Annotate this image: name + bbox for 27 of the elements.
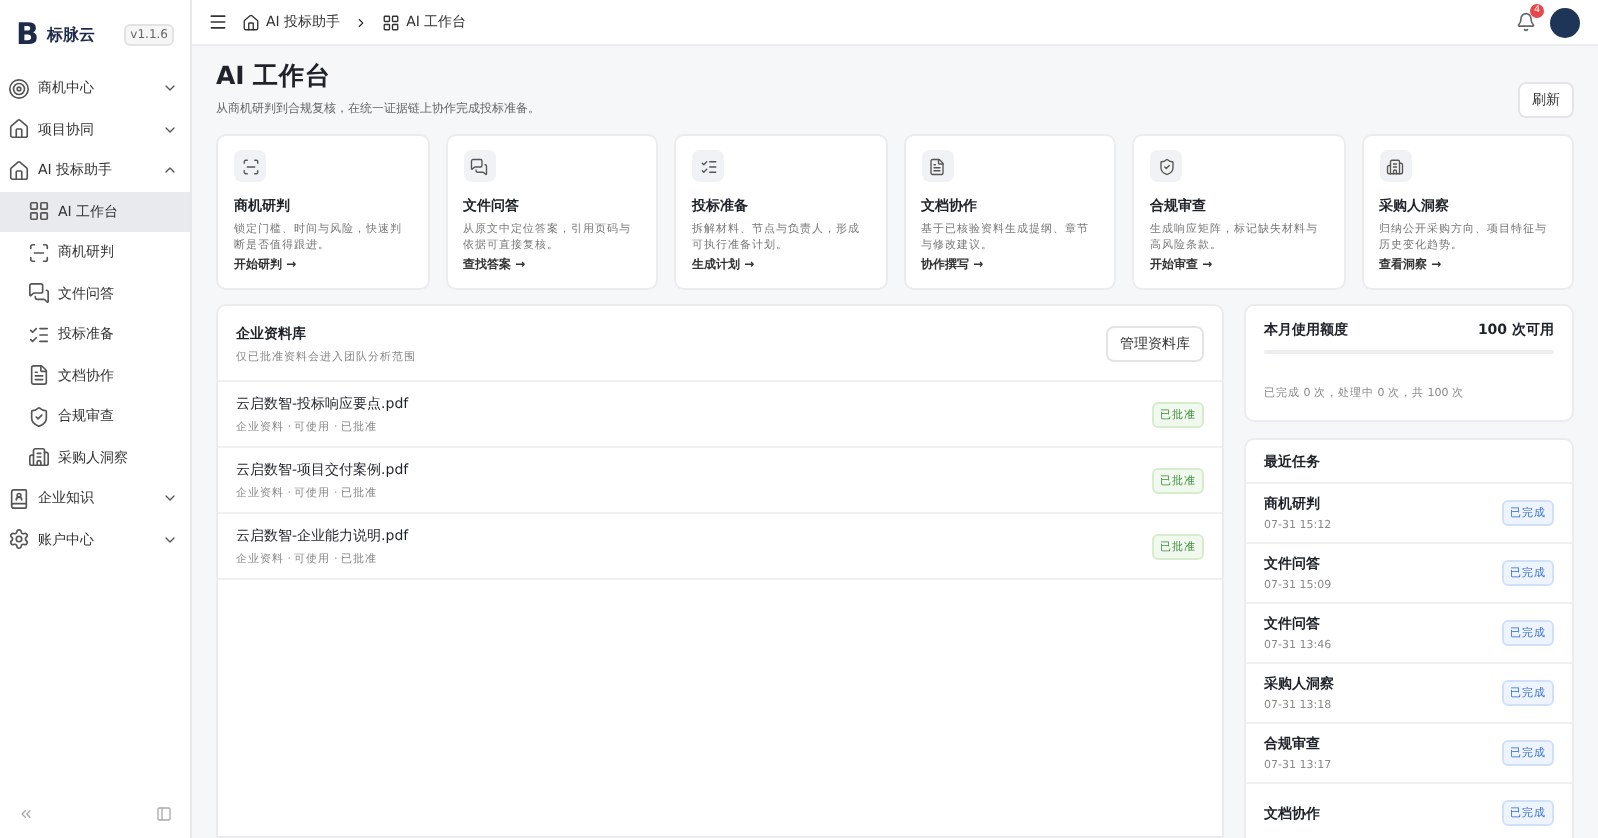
brand-name: 标脉云 <box>46 23 97 45</box>
page-title: AI 工作台 <box>216 60 334 94</box>
list-icon <box>28 323 50 346</box>
house-icon <box>242 13 260 31</box>
shield-icon <box>1157 157 1175 175</box>
document-icon <box>928 157 946 175</box>
logo-mark: B <box>16 16 39 52</box>
target-icon <box>8 77 30 100</box>
bell-icon <box>1516 12 1536 32</box>
house-icon <box>8 118 30 141</box>
grid-icon <box>382 13 401 31</box>
menu-icon[interactable] <box>208 12 228 32</box>
chat-icon <box>470 157 488 175</box>
avatar[interactable] <box>1550 7 1580 37</box>
grid-icon <box>28 200 50 223</box>
building-icon <box>28 446 50 469</box>
building-icon <box>1386 157 1404 175</box>
document-icon <box>28 364 50 387</box>
book-icon <box>8 487 30 510</box>
scan-icon <box>241 157 259 175</box>
chevron-right-icon <box>354 15 369 29</box>
shield-icon <box>28 405 50 428</box>
scan-icon <box>28 241 50 264</box>
house-icon <box>8 159 30 182</box>
chat-icon <box>28 282 50 305</box>
list-icon <box>699 157 717 175</box>
gear-icon <box>8 528 30 551</box>
